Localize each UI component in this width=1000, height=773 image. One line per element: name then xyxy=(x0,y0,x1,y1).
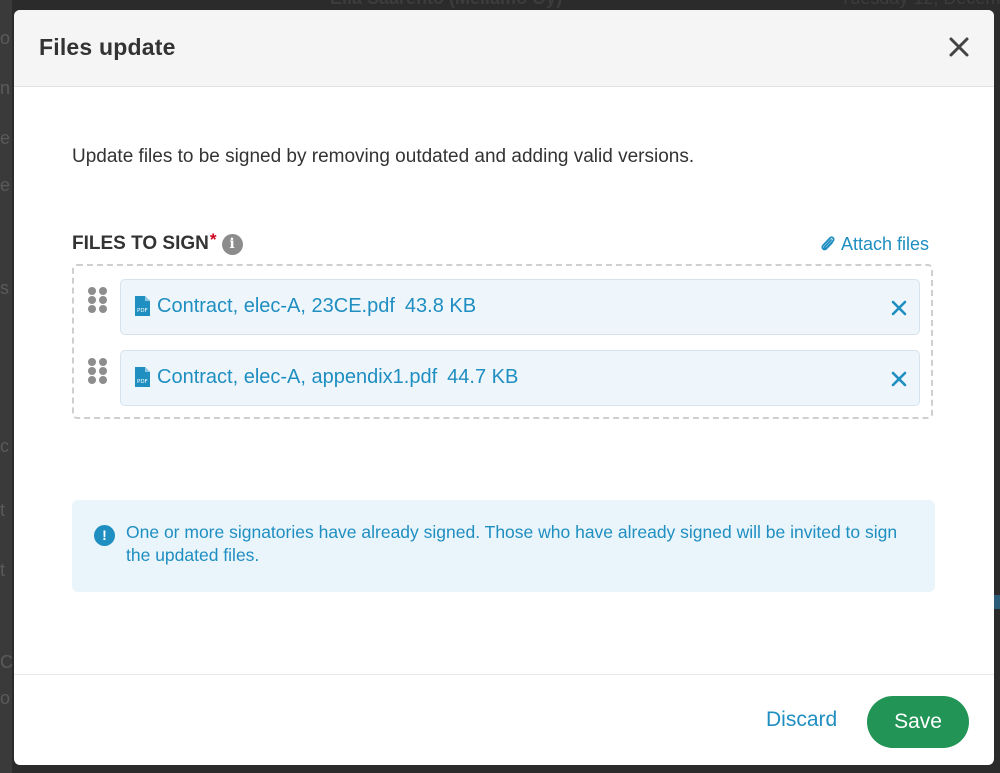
file-name[interactable]: Contract, elec-A, 23CE.pdf 43.8 KB xyxy=(157,295,476,318)
svg-text:PDF: PDF xyxy=(137,308,148,314)
dialog-title: Files update xyxy=(39,34,176,60)
required-marker: * xyxy=(209,230,217,249)
save-button[interactable]: Save xyxy=(867,696,969,748)
remove-icon xyxy=(891,300,907,316)
background-document-title: Ella Saarento (Meliamo Oy) xyxy=(330,0,562,9)
dialog-footer: Discard Save xyxy=(14,674,994,765)
discard-button[interactable]: Discard xyxy=(766,708,837,732)
file-name-text: Contract, elec-A, appendix1.pdf xyxy=(157,366,438,388)
section-label-text: FILES TO SIGN xyxy=(72,233,209,254)
svg-text:PDF: PDF xyxy=(137,379,148,385)
file-size: 43.8 KB xyxy=(404,295,477,317)
files-to-sign-label: FILES TO SIGN * i xyxy=(72,230,243,255)
remove-file-button[interactable] xyxy=(889,369,909,389)
attach-files-link[interactable]: Attach files xyxy=(819,234,929,255)
info-icon[interactable]: i xyxy=(221,233,243,255)
file-chip[interactable]: PDF Contract, elec-A, 23CE.pdf 43.8 KB xyxy=(120,279,920,335)
remove-icon xyxy=(891,371,907,387)
drag-handle-icon[interactable] xyxy=(88,358,108,384)
dialog-description: Update files to be signed by removing ou… xyxy=(72,146,695,167)
notice-text: One or more signatories have already sig… xyxy=(126,522,898,565)
remove-file-button[interactable] xyxy=(889,298,909,318)
background-date: Tuesday 12, Decem xyxy=(840,0,1000,9)
attach-files-label: Attach files xyxy=(841,234,930,254)
file-size: 44.7 KB xyxy=(447,366,519,388)
signed-notice: ! One or more signatories have already s… xyxy=(72,500,935,592)
file-row: PDF Contract, elec-A, 23CE.pdf 43.8 KB xyxy=(74,269,931,335)
file-name-text: Contract, elec-A, 23CE.pdf xyxy=(157,295,395,317)
dialog-header: Files update xyxy=(14,10,994,87)
files-update-dialog: Files update Update files to be signed b… xyxy=(14,10,994,765)
paperclip-icon xyxy=(821,235,835,250)
files-dropzone[interactable]: PDF Contract, elec-A, 23CE.pdf 43.8 KB P… xyxy=(72,264,933,419)
pdf-file-icon: PDF xyxy=(135,367,150,387)
background-sidebar: o n e e s c t t C o xyxy=(0,0,13,773)
file-chip[interactable]: PDF Contract, elec-A, appendix1.pdf 44.7 … xyxy=(120,350,920,406)
background-fragment xyxy=(993,595,1000,609)
drag-handle-icon[interactable] xyxy=(88,287,108,313)
file-row: PDF Contract, elec-A, appendix1.pdf 44.7 … xyxy=(74,340,931,406)
file-name[interactable]: Contract, elec-A, appendix1.pdf 44.7 KB xyxy=(157,366,518,389)
close-button[interactable] xyxy=(944,34,974,60)
close-icon xyxy=(949,37,969,57)
notice-info-icon: ! xyxy=(94,525,115,546)
pdf-file-icon: PDF xyxy=(135,296,150,316)
